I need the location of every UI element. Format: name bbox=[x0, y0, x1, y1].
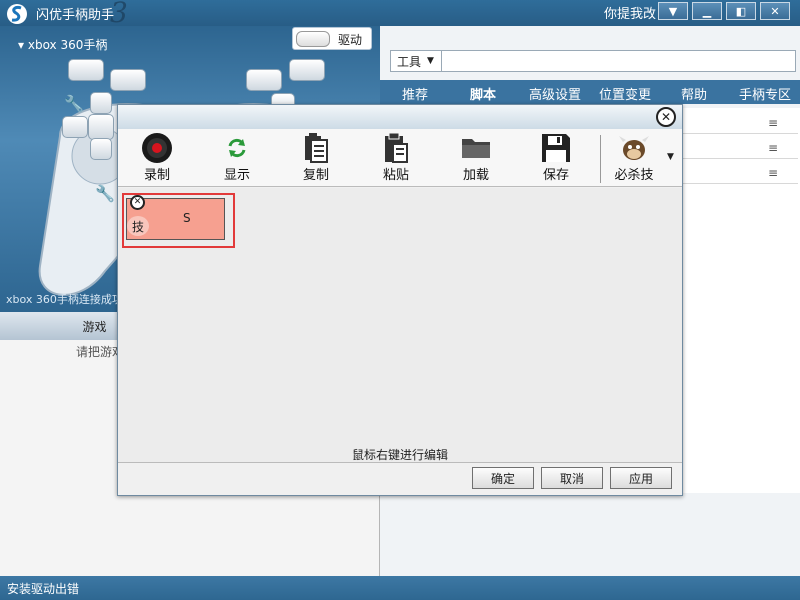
close-icon: ✕ bbox=[770, 4, 780, 18]
connection-status: xbox 360手柄连接成功 bbox=[6, 293, 123, 306]
restore-icon: ◧ bbox=[735, 4, 747, 18]
display-button[interactable]: 显示 bbox=[207, 131, 267, 183]
dialog-close-button[interactable]: ✕ bbox=[656, 107, 676, 127]
copy-label: 复制 bbox=[302, 168, 329, 183]
dropdown-icon: ▼ bbox=[668, 4, 678, 18]
tab-bar bbox=[380, 80, 800, 104]
tool-combo-label: 工具 bbox=[397, 54, 422, 69]
special-skill-button[interactable]: 必杀技 bbox=[604, 131, 664, 183]
list-item[interactable] bbox=[680, 160, 798, 184]
tab-advanced[interactable]: 高级设置 bbox=[529, 84, 581, 103]
dialog-header bbox=[118, 105, 682, 129]
controller-key[interactable] bbox=[68, 59, 104, 81]
list-item[interactable] bbox=[680, 110, 798, 134]
driver-label: 驱动 bbox=[338, 33, 363, 47]
edit-hint: 鼠标右键进行编辑 bbox=[352, 448, 449, 462]
tool-input[interactable] bbox=[442, 50, 796, 72]
triangle-down-icon: ▼ bbox=[427, 56, 434, 66]
close-icon: ✕ bbox=[133, 197, 142, 207]
cancel-button[interactable]: 取消 bbox=[541, 467, 603, 489]
app-title: 闪优手柄助手 bbox=[36, 8, 115, 23]
record-icon bbox=[142, 132, 172, 163]
load-button[interactable]: 加载 bbox=[446, 131, 506, 183]
record-button[interactable]: 录制 bbox=[127, 131, 187, 183]
minimize-button[interactable]: ▁ bbox=[692, 2, 722, 20]
close-icon: ✕ bbox=[660, 110, 672, 124]
device-select[interactable]: ▾ xbox 360手柄 bbox=[18, 36, 107, 53]
feedback-link[interactable]: 你提我改 bbox=[604, 3, 656, 22]
menu-icon[interactable]: ≡ bbox=[768, 166, 778, 180]
triangle-down-icon: ▾ bbox=[18, 38, 25, 52]
load-label: 加载 bbox=[462, 168, 489, 183]
menu-icon[interactable]: ≡ bbox=[768, 141, 778, 155]
toolbar-separator bbox=[600, 135, 601, 183]
apply-button[interactable]: 应用 bbox=[610, 467, 672, 489]
cow-icon bbox=[619, 135, 649, 160]
minimize-icon: ▁ bbox=[702, 4, 712, 18]
paste-button[interactable]: 粘贴 bbox=[366, 131, 426, 183]
skill-remove-button[interactable]: ✕ bbox=[130, 195, 145, 210]
display-label: 显示 bbox=[223, 168, 250, 183]
status-bar bbox=[0, 576, 800, 600]
driver-toggle[interactable] bbox=[296, 31, 330, 47]
controller-key[interactable] bbox=[246, 69, 282, 91]
save-button[interactable]: 保存 bbox=[526, 131, 586, 183]
tab-controller-zone[interactable]: 手柄专区 bbox=[739, 84, 791, 103]
tab-help[interactable]: 帮助 bbox=[681, 84, 707, 103]
tab-recommend[interactable]: 推荐 bbox=[402, 84, 428, 103]
save-icon bbox=[542, 133, 570, 162]
dpad-down-key[interactable] bbox=[90, 138, 112, 160]
record-label: 录制 bbox=[143, 168, 170, 183]
ok-button[interactable]: 确定 bbox=[472, 467, 534, 489]
dpad-left-key[interactable] bbox=[62, 116, 88, 138]
controller-key[interactable] bbox=[110, 69, 146, 91]
save-label: 保存 bbox=[542, 168, 569, 183]
chevron-down-icon[interactable]: ▼ bbox=[667, 152, 674, 162]
dpad-center-key[interactable] bbox=[88, 114, 114, 140]
paste-label: 粘贴 bbox=[382, 168, 409, 183]
menu-icon[interactable]: ≡ bbox=[768, 116, 778, 130]
refresh-icon bbox=[228, 138, 246, 157]
list-item[interactable] bbox=[680, 135, 798, 159]
dropdown-button[interactable]: ▼ bbox=[658, 2, 688, 20]
copy-icon bbox=[305, 132, 328, 163]
tab-position[interactable]: 位置变更 bbox=[599, 84, 651, 103]
wrench-icon: 🔧 bbox=[95, 184, 115, 203]
paste-icon bbox=[385, 132, 408, 163]
copy-button[interactable]: 复制 bbox=[286, 131, 346, 183]
device-name: xbox 360手柄 bbox=[27, 38, 108, 52]
tab-game-label: 游戏 bbox=[82, 319, 107, 334]
version-mark: 3 bbox=[110, 0, 128, 29]
dpad-up-key[interactable] bbox=[90, 92, 112, 114]
skill-key-label: S bbox=[183, 211, 191, 225]
special-skill-label: 必杀技 bbox=[614, 168, 654, 183]
folder-icon bbox=[462, 138, 490, 158]
skill-badge: 技 bbox=[127, 216, 149, 236]
status-text: 安装驱动出错 bbox=[7, 582, 80, 596]
wrench-icon: 🔧 bbox=[64, 94, 84, 113]
tool-combo[interactable]: 工具 ▼ bbox=[390, 50, 442, 72]
restore-button[interactable]: ◧ bbox=[726, 2, 756, 20]
controller-key[interactable] bbox=[289, 59, 325, 81]
tab-script[interactable]: 脚本 bbox=[470, 84, 496, 103]
close-window-button[interactable]: ✕ bbox=[760, 2, 790, 20]
app-logo-icon bbox=[7, 4, 27, 24]
